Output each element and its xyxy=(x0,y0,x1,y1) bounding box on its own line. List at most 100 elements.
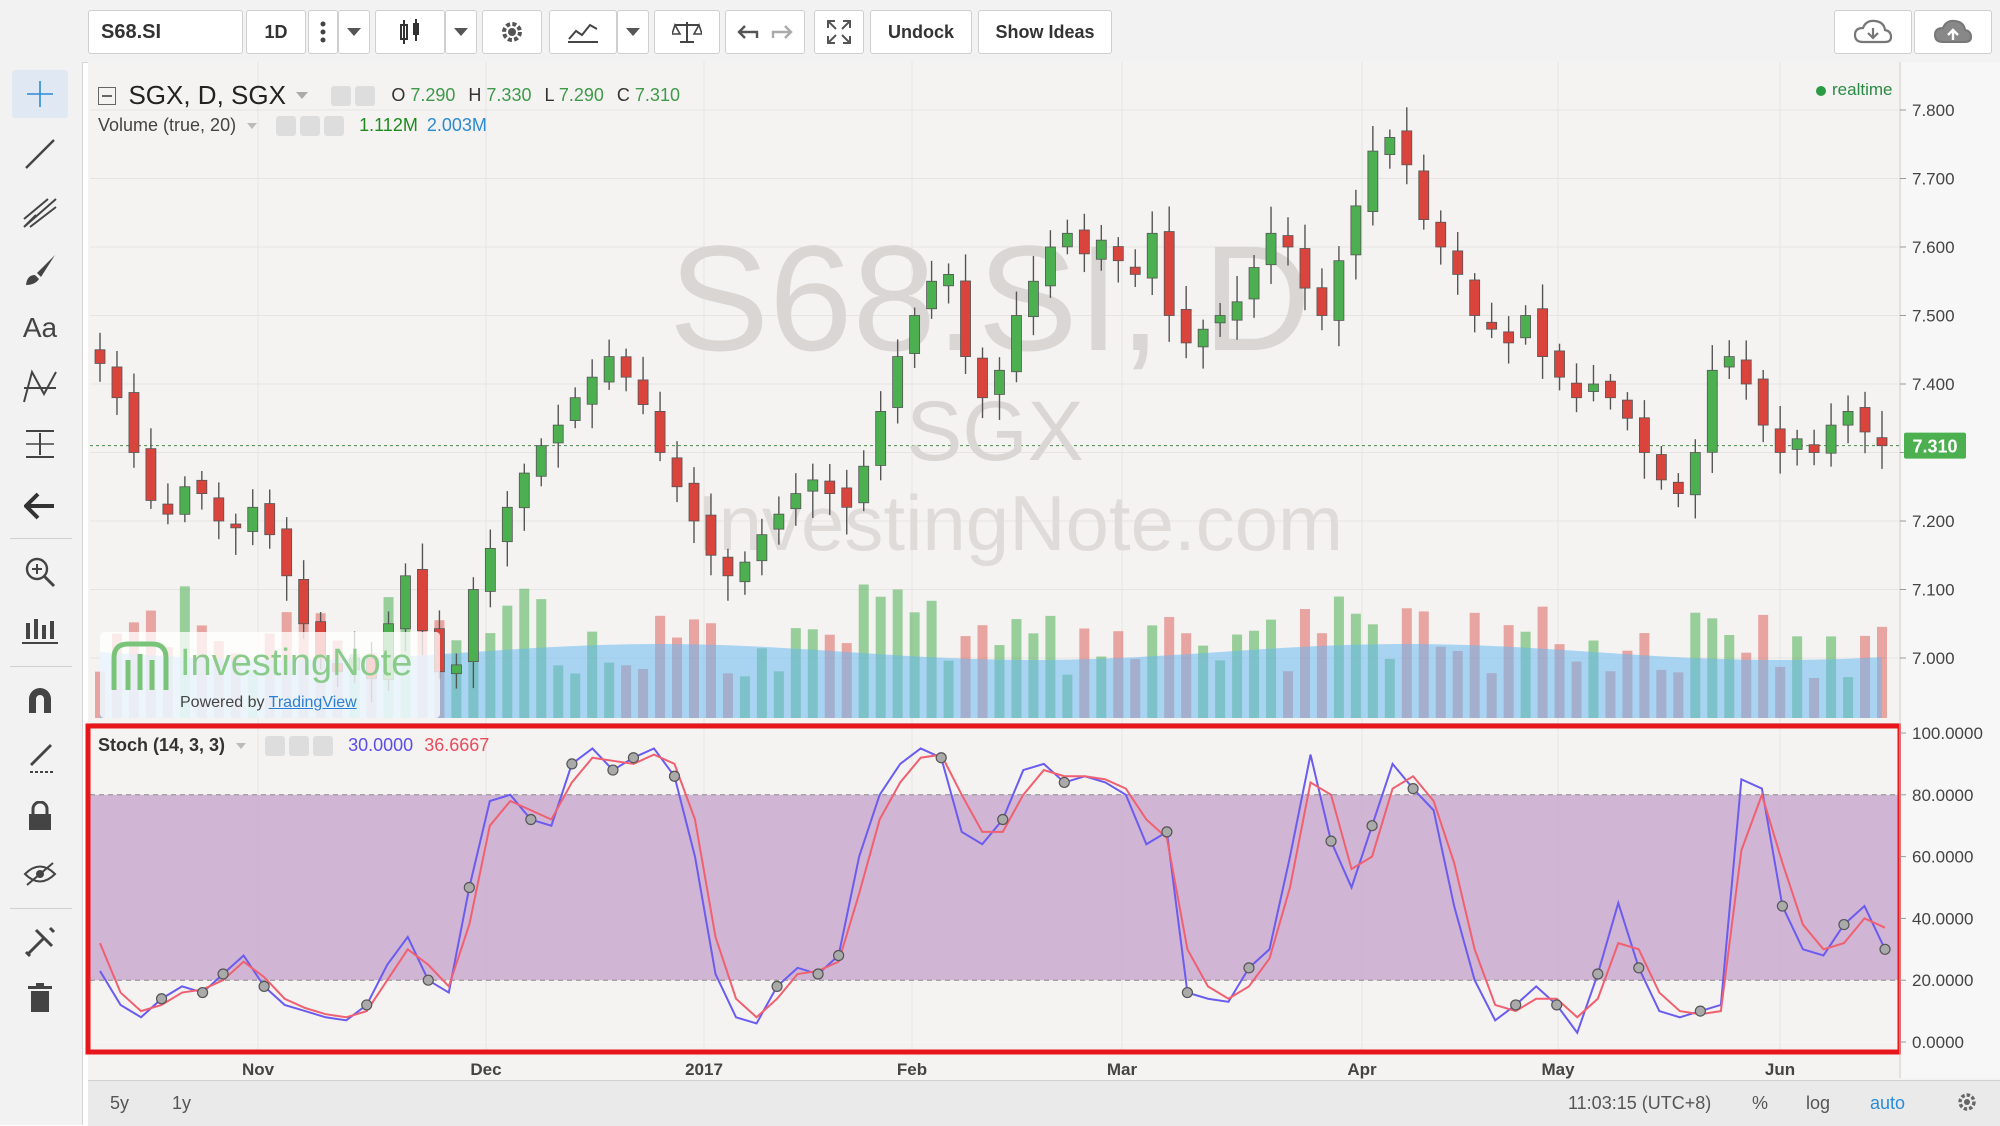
stoch-cross-marker xyxy=(1510,999,1522,1011)
stoch-cross-marker xyxy=(771,980,783,992)
chart-svg[interactable]: S68.SI, D SGX InvestingNote.com 7.800 7.7… xyxy=(0,0,2000,1125)
settings-icon[interactable] xyxy=(300,116,321,137)
low-value: 7.290 xyxy=(558,85,604,105)
candle-body xyxy=(1588,383,1599,392)
candle-body xyxy=(773,513,785,530)
watermark-site: InvestingNote.com xyxy=(697,479,1343,567)
tradingview-link[interactable]: TradingView xyxy=(269,694,357,711)
candle-body xyxy=(1503,331,1515,344)
candle-body xyxy=(586,376,598,405)
realtime-indicator: realtime xyxy=(1816,80,1892,100)
auto-toggle[interactable]: auto xyxy=(1870,1093,1905,1114)
time-tick-label: Feb xyxy=(897,1060,927,1079)
candle-body xyxy=(739,561,751,583)
eye-icon[interactable] xyxy=(330,85,351,106)
stoch-d-value: 36.6667 xyxy=(424,735,490,755)
realtime-label: realtime xyxy=(1832,80,1893,99)
open-value: 7.290 xyxy=(410,85,456,105)
candle-body xyxy=(467,589,479,662)
stoch-cross-marker xyxy=(258,980,270,992)
candle-body xyxy=(1248,267,1260,300)
volume-label: Volume (true, 20) xyxy=(98,115,237,135)
stoch-tick-label: 100.0000 xyxy=(1912,724,1983,743)
stoch-cross-marker xyxy=(1694,1005,1706,1017)
range-5y-button[interactable]: 5y xyxy=(110,1093,129,1114)
candle-body xyxy=(705,514,717,556)
candle-body xyxy=(807,479,819,492)
candle-body xyxy=(1214,315,1226,324)
stoch-label: Stoch (14, 3, 3) xyxy=(98,735,226,755)
candle-body xyxy=(1299,248,1311,289)
range-1y-button[interactable]: 1y xyxy=(172,1093,191,1114)
stoch-cross-marker xyxy=(1633,962,1645,974)
candle-body xyxy=(1706,369,1718,453)
stoch-cross-marker xyxy=(361,999,373,1011)
stoch-cross-marker xyxy=(525,813,537,826)
candle-body xyxy=(1231,301,1243,321)
settings-gear-icon[interactable] xyxy=(1956,1091,1978,1118)
candle-body xyxy=(501,506,513,543)
candle-body xyxy=(1129,266,1141,275)
stoch-cross-marker xyxy=(1776,900,1789,912)
candle-body xyxy=(1163,231,1175,316)
candle-body xyxy=(128,392,140,453)
volume-dropdown-icon[interactable] xyxy=(247,123,258,130)
volume-legend: Volume (true, 20) 1.112M 2.003M xyxy=(98,115,487,137)
stoch-cross-marker xyxy=(935,752,947,764)
candle-body xyxy=(637,379,649,405)
close-icon[interactable] xyxy=(324,116,345,137)
close-icon[interactable] xyxy=(313,736,334,757)
candle-body xyxy=(1791,438,1803,450)
stoch-cross-marker xyxy=(1838,918,1850,931)
stoch-cross-marker xyxy=(607,764,619,776)
price-tick-label: 7.200 xyxy=(1912,512,1955,531)
settings-icon[interactable] xyxy=(354,85,375,106)
stoch-cross-marker xyxy=(566,758,578,770)
candle-body xyxy=(1520,315,1531,339)
candle-body xyxy=(1571,382,1582,399)
candle-body xyxy=(824,480,836,494)
candle-body xyxy=(518,472,530,509)
candle-body xyxy=(1622,399,1633,419)
stochastic-pane xyxy=(85,723,1903,1055)
candle-body xyxy=(671,457,683,488)
collapse-icon[interactable] xyxy=(98,86,116,105)
candle-body xyxy=(1774,428,1786,453)
stoch-cross-marker xyxy=(155,993,168,1005)
eye-icon[interactable] xyxy=(265,736,286,757)
watermark-exchange: SGX xyxy=(906,384,1083,478)
candle-body xyxy=(1452,250,1464,275)
percent-toggle[interactable]: % xyxy=(1752,1093,1768,1114)
candle-body xyxy=(943,273,954,287)
stoch-tick-label: 40.0000 xyxy=(1912,909,1973,928)
candle-body xyxy=(1011,315,1022,373)
time-tick-label: May xyxy=(1541,1060,1575,1079)
stoch-cross-marker xyxy=(627,752,640,764)
stoch-cross-marker xyxy=(668,770,681,782)
candle-body xyxy=(535,445,547,477)
candle-body xyxy=(400,575,411,630)
candle-body xyxy=(94,349,106,364)
candle-body xyxy=(1112,246,1124,262)
candle-body xyxy=(162,503,174,515)
candle-body xyxy=(1028,280,1039,318)
log-toggle[interactable]: log xyxy=(1806,1093,1830,1114)
candle-body xyxy=(1537,308,1548,357)
candle-body xyxy=(1265,232,1277,266)
candle-body xyxy=(960,280,971,358)
candle-body xyxy=(688,482,700,522)
eye-icon[interactable] xyxy=(276,116,297,137)
legend-dropdown-icon[interactable] xyxy=(296,92,309,99)
watermark: S68.SI, D SGX InvestingNote.com xyxy=(669,214,1343,567)
candle-body xyxy=(552,424,564,444)
stoch-tick-label: 60.0000 xyxy=(1912,848,1973,867)
low-label: L xyxy=(544,85,554,105)
candle-body xyxy=(1672,481,1684,495)
candle-body xyxy=(1350,205,1362,256)
stoch-dropdown-icon[interactable] xyxy=(236,743,247,750)
stoch-cross-marker xyxy=(812,968,824,980)
candle-body xyxy=(1045,246,1056,287)
candle-body xyxy=(875,410,887,466)
settings-icon[interactable] xyxy=(289,736,310,757)
price-tick-label: 7.800 xyxy=(1912,101,1955,120)
